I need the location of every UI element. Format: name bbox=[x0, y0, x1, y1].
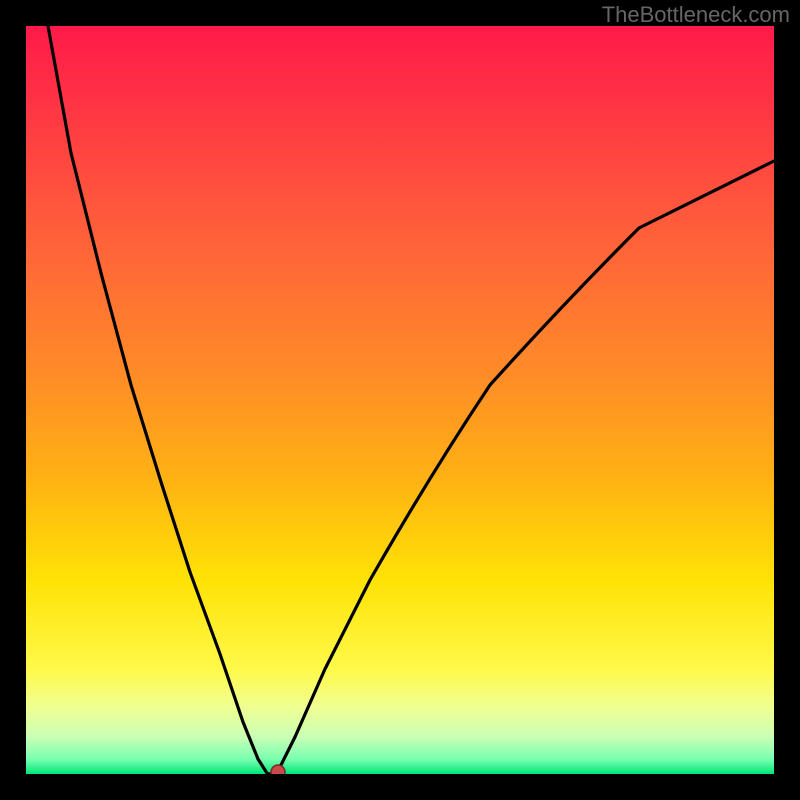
curve-layer bbox=[26, 26, 774, 774]
bottleneck-curve bbox=[48, 26, 774, 774]
plot-frame bbox=[26, 26, 774, 774]
marker-dot bbox=[271, 765, 285, 774]
plot-area bbox=[26, 26, 774, 774]
watermark-text: TheBottleneck.com bbox=[602, 2, 790, 28]
